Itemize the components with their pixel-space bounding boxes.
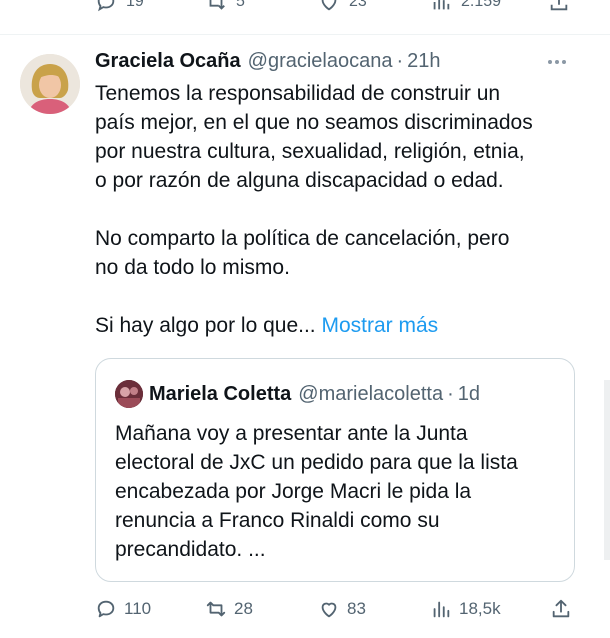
- views-icon: [433, 0, 450, 10]
- quoted-avatar: [115, 380, 143, 408]
- quoted-text-line: precandidato. ...: [115, 538, 266, 561]
- quoted-separator-dot: ·: [447, 382, 454, 405]
- scrollbar[interactable]: [604, 380, 610, 560]
- share-icon: [552, 599, 570, 618]
- tweet-header: Graciela Ocaña @gracielaocana · 21h: [95, 50, 595, 76]
- like-icon: [321, 0, 337, 11]
- retweet-count: 28: [234, 599, 253, 618]
- prev-reply-button[interactable]: 19: [95, 0, 144, 14]
- reply-icon: [97, 0, 115, 12]
- show-more-link[interactable]: Mostrar más: [322, 314, 439, 337]
- prev-like-button[interactable]: 23: [318, 0, 367, 14]
- previous-tweet-actions: 19 5 23 2.159: [0, 0, 610, 24]
- truncated-text: Si hay algo por lo que...: [95, 314, 316, 337]
- share-button[interactable]: [550, 595, 572, 623]
- tweet-text-line: No comparto la política de cancelación, …: [95, 227, 510, 250]
- tweet-text-line: por nuestra cultura, sexualidad, religió…: [95, 140, 525, 163]
- reply-button[interactable]: 110: [95, 595, 151, 623]
- prev-views-button[interactable]: 2.159: [430, 0, 501, 14]
- quoted-text-line: electoral de JxC un pedido para que la l…: [115, 451, 518, 474]
- share-icon: [550, 0, 568, 11]
- tweet[interactable]: Graciela Ocaña @gracielaocana · 21h Tene…: [0, 35, 610, 638]
- quoted-tweet-text: Mañana voy a presentar ante la Junta ele…: [115, 419, 555, 564]
- author-name[interactable]: Graciela Ocaña: [95, 50, 241, 73]
- views-icon: [433, 601, 450, 618]
- tweet-text-line: país mejor, en el que no seamos discrimi…: [95, 111, 533, 134]
- tweet-actions: 110 28 83 18,5k: [95, 595, 590, 623]
- like-icon: [321, 602, 337, 618]
- reply-icon: [97, 600, 115, 618]
- quoted-author-handle: @marielacoletta: [298, 382, 444, 405]
- prev-reply-count: 19: [126, 0, 144, 10]
- avatar[interactable]: [20, 54, 80, 114]
- tweet-text-line: no da todo lo mismo.: [95, 256, 290, 279]
- prev-views-count: 2.159: [461, 0, 502, 10]
- views-button[interactable]: 18,5k: [430, 595, 501, 623]
- prev-like-count: 23: [349, 0, 367, 10]
- quoted-text-line: Mañana voy a presentar ante la Junta: [115, 422, 468, 445]
- tweet-text-line: o por razón de alguna discapacidad o eda…: [95, 169, 504, 192]
- retweet-button[interactable]: 28: [205, 595, 253, 623]
- tweet-text: Tenemos la responsabilidad de construir …: [95, 79, 595, 340]
- author-handle[interactable]: @gracielaocana: [248, 50, 393, 73]
- quoted-timestamp: 1d: [457, 382, 480, 405]
- views-count: 18,5k: [459, 599, 501, 618]
- quoted-tweet[interactable]: Mariela Coletta @marielacoletta · 1d Mañ…: [95, 358, 575, 582]
- tweet-timestamp[interactable]: 21h: [407, 50, 440, 73]
- like-count: 83: [347, 599, 366, 618]
- more-options-icon[interactable]: [548, 53, 572, 67]
- reply-count: 110: [124, 599, 152, 618]
- prev-retweet-button[interactable]: 5: [205, 0, 245, 14]
- retweet-icon: [209, 0, 225, 10]
- like-button[interactable]: 83: [318, 595, 366, 623]
- quoted-author-name: Mariela Coletta: [149, 382, 292, 405]
- retweet-icon: [206, 601, 226, 617]
- tweet-text-truncated-line: Si hay algo por lo que... Mostrar más: [95, 311, 595, 340]
- quoted-tweet-header: Mariela Coletta @marielacoletta · 1d: [115, 380, 480, 408]
- quoted-text-line: encabezada por Jorge Macri le pida la: [115, 480, 472, 503]
- separator-dot: ·: [396, 50, 404, 72]
- prev-share-button[interactable]: [548, 0, 570, 14]
- quoted-text-line: renuncia a Franco Rinaldi como su: [115, 509, 440, 532]
- prev-retweet-count: 5: [236, 0, 245, 10]
- author-photo: [20, 54, 80, 114]
- tweet-text-line: Tenemos la responsabilidad de construir …: [95, 82, 501, 105]
